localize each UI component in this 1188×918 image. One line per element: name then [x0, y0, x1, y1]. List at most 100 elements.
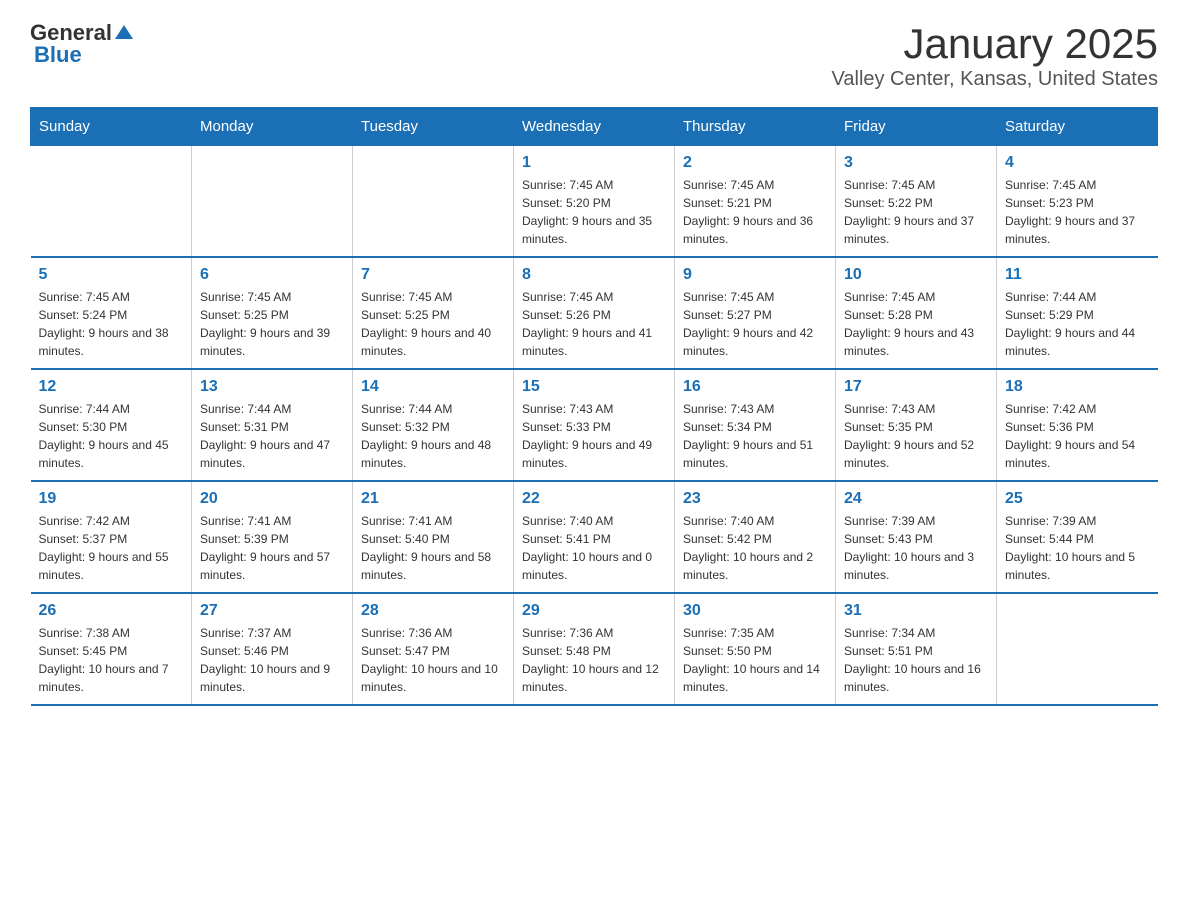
day-number: 11: [1005, 266, 1150, 284]
day-info: Sunrise: 7:45 AM Sunset: 5:27 PM Dayligh…: [683, 288, 827, 360]
day-number: 23: [683, 490, 827, 508]
day-number: 7: [361, 266, 505, 284]
day-info: Sunrise: 7:45 AM Sunset: 5:25 PM Dayligh…: [361, 288, 505, 360]
day-info: Sunrise: 7:42 AM Sunset: 5:37 PM Dayligh…: [39, 512, 184, 584]
day-of-week-header: Sunday: [31, 108, 192, 146]
month-title: January 2025: [832, 20, 1158, 68]
day-number: 27: [200, 602, 344, 620]
day-info: Sunrise: 7:42 AM Sunset: 5:36 PM Dayligh…: [1005, 400, 1150, 472]
day-info: Sunrise: 7:36 AM Sunset: 5:47 PM Dayligh…: [361, 624, 505, 696]
calendar-day-cell: 6 Sunrise: 7:45 AM Sunset: 5:25 PM Daylig…: [192, 257, 353, 369]
day-info: Sunrise: 7:38 AM Sunset: 5:45 PM Dayligh…: [39, 624, 184, 696]
calendar-day-cell: [353, 146, 514, 258]
day-number: 31: [844, 602, 988, 620]
calendar-day-cell: 27 Sunrise: 7:37 AM Sunset: 5:46 PM Dayli…: [192, 593, 353, 705]
day-info: Sunrise: 7:43 AM Sunset: 5:33 PM Dayligh…: [522, 400, 666, 472]
day-number: 26: [39, 602, 184, 620]
day-info: Sunrise: 7:44 AM Sunset: 5:32 PM Dayligh…: [361, 400, 505, 472]
day-number: 29: [522, 602, 666, 620]
calendar-day-cell: 9Sunrise: 7:45 AM Sunset: 5:27 PM Daylig…: [675, 257, 836, 369]
calendar-day-cell: [997, 593, 1158, 705]
calendar-day-cell: 13Sunrise: 7:44 AM Sunset: 5:31 PM Dayli…: [192, 369, 353, 481]
calendar-day-cell: 10Sunrise: 7:45 AM Sunset: 5:28 PM Dayli…: [836, 257, 997, 369]
day-info: Sunrise: 7:44 AM Sunset: 5:30 PM Dayligh…: [39, 400, 184, 472]
calendar-day-cell: 28 Sunrise: 7:36 AM Sunset: 5:47 PM Dayli…: [353, 593, 514, 705]
day-number: 19: [39, 490, 184, 508]
calendar-day-cell: 19 Sunrise: 7:42 AM Sunset: 5:37 PM Dayli…: [31, 481, 192, 593]
day-info: Sunrise: 7:40 AM Sunset: 5:41 PM Dayligh…: [522, 512, 666, 584]
calendar-day-cell: 16Sunrise: 7:43 AM Sunset: 5:34 PM Dayli…: [675, 369, 836, 481]
calendar-day-cell: 24Sunrise: 7:39 AM Sunset: 5:43 PM Dayli…: [836, 481, 997, 593]
logo: General Blue: [30, 20, 133, 68]
calendar-day-cell: 2Sunrise: 7:45 AM Sunset: 5:21 PM Daylig…: [675, 146, 836, 258]
calendar-week-row: 26 Sunrise: 7:38 AM Sunset: 5:45 PM Dayli…: [31, 593, 1158, 705]
day-of-week-header: Saturday: [997, 108, 1158, 146]
calendar-day-cell: 22 Sunrise: 7:40 AM Sunset: 5:41 PM Dayli…: [514, 481, 675, 593]
day-info: Sunrise: 7:39 AM Sunset: 5:43 PM Dayligh…: [844, 512, 988, 584]
day-of-week-header: Friday: [836, 108, 997, 146]
calendar-day-cell: 31 Sunrise: 7:34 AM Sunset: 5:51 PM Dayli…: [836, 593, 997, 705]
day-number: 28: [361, 602, 505, 620]
day-info: Sunrise: 7:41 AM Sunset: 5:40 PM Dayligh…: [361, 512, 505, 584]
day-number: 3: [844, 154, 988, 172]
day-of-week-header: Monday: [192, 108, 353, 146]
day-info: Sunrise: 7:41 AM Sunset: 5:39 PM Dayligh…: [200, 512, 344, 584]
calendar-week-row: 19 Sunrise: 7:42 AM Sunset: 5:37 PM Dayli…: [31, 481, 1158, 593]
day-info: Sunrise: 7:45 AM Sunset: 5:20 PM Dayligh…: [522, 176, 666, 248]
calendar-week-row: 5 Sunrise: 7:45 AM Sunset: 5:24 PM Daylig…: [31, 257, 1158, 369]
day-number: 30: [683, 602, 827, 620]
calendar-day-cell: 7 Sunrise: 7:45 AM Sunset: 5:25 PM Daylig…: [353, 257, 514, 369]
calendar-day-cell: [31, 146, 192, 258]
day-info: Sunrise: 7:45 AM Sunset: 5:21 PM Dayligh…: [683, 176, 827, 248]
calendar-table: SundayMondayTuesdayWednesdayThursdayFrid…: [30, 107, 1158, 706]
calendar-day-cell: 20 Sunrise: 7:41 AM Sunset: 5:39 PM Dayli…: [192, 481, 353, 593]
location-title: Valley Center, Kansas, United States: [832, 68, 1158, 91]
day-info: Sunrise: 7:39 AM Sunset: 5:44 PM Dayligh…: [1005, 512, 1150, 584]
day-number: 1: [522, 154, 666, 172]
calendar-day-cell: 26 Sunrise: 7:38 AM Sunset: 5:45 PM Dayli…: [31, 593, 192, 705]
day-number: 20: [200, 490, 344, 508]
day-of-week-header: Tuesday: [353, 108, 514, 146]
calendar-day-cell: 12Sunrise: 7:44 AM Sunset: 5:30 PM Dayli…: [31, 369, 192, 481]
day-info: Sunrise: 7:40 AM Sunset: 5:42 PM Dayligh…: [683, 512, 827, 584]
calendar-day-cell: 3 Sunrise: 7:45 AM Sunset: 5:22 PM Daylig…: [836, 146, 997, 258]
day-number: 16: [683, 378, 827, 396]
day-info: Sunrise: 7:34 AM Sunset: 5:51 PM Dayligh…: [844, 624, 988, 696]
day-info: Sunrise: 7:45 AM Sunset: 5:22 PM Dayligh…: [844, 176, 988, 248]
day-info: Sunrise: 7:45 AM Sunset: 5:25 PM Dayligh…: [200, 288, 344, 360]
day-number: 22: [522, 490, 666, 508]
calendar-day-cell: 21Sunrise: 7:41 AM Sunset: 5:40 PM Dayli…: [353, 481, 514, 593]
calendar-day-cell: 5 Sunrise: 7:45 AM Sunset: 5:24 PM Daylig…: [31, 257, 192, 369]
calendar-day-cell: 25 Sunrise: 7:39 AM Sunset: 5:44 PM Dayli…: [997, 481, 1158, 593]
day-number: 6: [200, 266, 344, 284]
day-number: 8: [522, 266, 666, 284]
calendar-day-cell: 1 Sunrise: 7:45 AM Sunset: 5:20 PM Daylig…: [514, 146, 675, 258]
day-info: Sunrise: 7:45 AM Sunset: 5:23 PM Dayligh…: [1005, 176, 1150, 248]
calendar-day-cell: 11 Sunrise: 7:44 AM Sunset: 5:29 PM Dayli…: [997, 257, 1158, 369]
calendar-day-cell: 29 Sunrise: 7:36 AM Sunset: 5:48 PM Dayli…: [514, 593, 675, 705]
calendar-day-cell: 4 Sunrise: 7:45 AM Sunset: 5:23 PM Daylig…: [997, 146, 1158, 258]
day-number: 25: [1005, 490, 1150, 508]
day-info: Sunrise: 7:35 AM Sunset: 5:50 PM Dayligh…: [683, 624, 827, 696]
calendar-day-cell: 15Sunrise: 7:43 AM Sunset: 5:33 PM Dayli…: [514, 369, 675, 481]
day-number: 4: [1005, 154, 1150, 172]
calendar-day-cell: 14 Sunrise: 7:44 AM Sunset: 5:32 PM Dayli…: [353, 369, 514, 481]
calendar-day-cell: 18 Sunrise: 7:42 AM Sunset: 5:36 PM Dayli…: [997, 369, 1158, 481]
day-info: Sunrise: 7:37 AM Sunset: 5:46 PM Dayligh…: [200, 624, 344, 696]
day-info: Sunrise: 7:36 AM Sunset: 5:48 PM Dayligh…: [522, 624, 666, 696]
day-info: Sunrise: 7:44 AM Sunset: 5:29 PM Dayligh…: [1005, 288, 1150, 360]
calendar-day-cell: 30 Sunrise: 7:35 AM Sunset: 5:50 PM Dayli…: [675, 593, 836, 705]
calendar-day-cell: 23 Sunrise: 7:40 AM Sunset: 5:42 PM Dayli…: [675, 481, 836, 593]
day-number: 13: [200, 378, 344, 396]
calendar-day-cell: [192, 146, 353, 258]
calendar-week-row: 12Sunrise: 7:44 AM Sunset: 5:30 PM Dayli…: [31, 369, 1158, 481]
day-number: 18: [1005, 378, 1150, 396]
logo-blue-text: Blue: [34, 42, 82, 68]
day-info: Sunrise: 7:45 AM Sunset: 5:26 PM Dayligh…: [522, 288, 666, 360]
day-number: 14: [361, 378, 505, 396]
calendar-week-row: 1 Sunrise: 7:45 AM Sunset: 5:20 PM Daylig…: [31, 146, 1158, 258]
calendar-day-cell: 17Sunrise: 7:43 AM Sunset: 5:35 PM Dayli…: [836, 369, 997, 481]
day-number: 5: [39, 266, 184, 284]
day-number: 10: [844, 266, 988, 284]
day-info: Sunrise: 7:45 AM Sunset: 5:24 PM Dayligh…: [39, 288, 184, 360]
